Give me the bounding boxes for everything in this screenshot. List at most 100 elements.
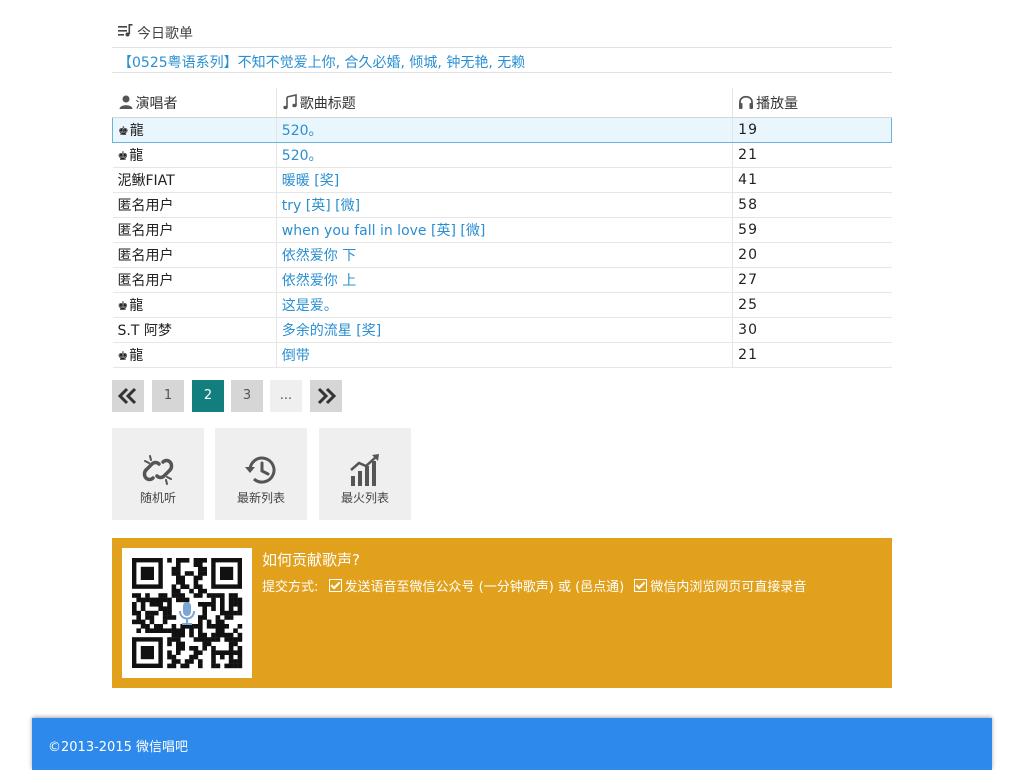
play-count: 21 [732, 342, 892, 368]
header-song[interactable]: 歌曲标题 [275, 88, 733, 118]
play-count: 30 [732, 317, 892, 343]
song-title-link[interactable]: 依然爱你 上 [282, 273, 356, 289]
singer-cell: ♚龍 [112, 292, 277, 318]
header-plays-label: 播放量 [756, 95, 799, 112]
user-icon [119, 95, 132, 109]
music-note-icon [283, 93, 297, 109]
singer-name: 匿名用户 [117, 273, 174, 289]
singer-cell: 匿名用户 [112, 192, 277, 218]
qr-code-image [132, 558, 243, 669]
latest-list-label: 最新列表 [236, 491, 285, 505]
random-play-tile[interactable]: 随机听 [112, 428, 204, 520]
headphones-icon [739, 95, 754, 109]
table-row[interactable]: 匿名用户 依然爱你 下 20 [112, 242, 892, 268]
method-option-2: 微信内浏览网页可直接录音 [650, 580, 807, 595]
singer-cell: ♚龍 [112, 117, 277, 143]
play-count: 21 [732, 142, 892, 168]
page-3-button[interactable]: 3 [231, 380, 263, 412]
song-title-link[interactable]: try [英] [微] [282, 198, 360, 214]
method-label: 提交方式: [262, 580, 319, 595]
contribute-methods: 提交方式: 发送语音至微信公众号 (一分钟歌声) 或 (邑点通) 微信内浏览网页… [262, 576, 806, 595]
section-title: 今日歌单 [137, 26, 193, 42]
song-title-cell[interactable]: 520。 [275, 117, 733, 143]
singer-cell: ♚龍 [112, 142, 277, 168]
song-title-link[interactable]: 多余的流星 [奖] [282, 323, 381, 339]
song-title-cell[interactable]: 暖暖 [奖] [275, 167, 733, 193]
table-row[interactable]: ♚龍 倒带 21 [112, 342, 892, 368]
page-2-button[interactable]: 2 [192, 380, 224, 412]
singer-name: 匿名用户 [117, 223, 174, 239]
qr-code [122, 548, 252, 678]
play-count: 19 [732, 117, 892, 143]
crown-icon: ♚ [117, 299, 129, 313]
song-title-link[interactable]: 520。 [282, 148, 323, 164]
singer-name: 龍 [129, 348, 144, 364]
playlist-title-link[interactable]: 【0525粤语系列】不知不觉爱上你, 合久必婚, 倾城, 钟无艳, 无赖 [118, 52, 525, 72]
header-song-label: 歌曲标题 [299, 95, 356, 112]
copyright-text: ©2013-2015 微信唱吧 [48, 740, 188, 755]
page-1-button[interactable]: 1 [152, 380, 184, 412]
header-plays[interactable]: 播放量 [732, 88, 892, 118]
contribute-panel: 如何贡献歌声? 提交方式: 发送语音至微信公众号 (一分钟歌声) 或 (邑点通)… [112, 538, 892, 688]
singer-name: 匿名用户 [117, 198, 174, 214]
song-title-cell[interactable]: 依然爱你 下 [275, 242, 733, 268]
table-row[interactable]: 匿名用户 when you fall in love [英] [微] 59 [112, 217, 892, 243]
footer: ©2013-2015 微信唱吧 [32, 718, 992, 770]
table-row[interactable]: ♚龍 520。 21 [112, 142, 892, 168]
song-title-cell[interactable]: 520。 [275, 142, 733, 168]
method-option-1: 发送语音至微信公众号 (一分钟歌声) 或 (邑点通) [344, 580, 625, 595]
prev-page-button[interactable] [112, 380, 144, 412]
song-title-link[interactable]: when you fall in love [英] [微] [282, 223, 486, 239]
song-title-cell[interactable]: 这是爱。 [275, 292, 733, 318]
checkbox-icon [328, 579, 342, 592]
singer-name: 龍 [129, 148, 144, 164]
table-row[interactable]: ♚龍 这是爱。 25 [112, 292, 892, 318]
history-icon [245, 456, 276, 484]
microphone-icon [179, 602, 195, 625]
table-row[interactable]: 泥鳅FIAT 暖暖 [奖] 41 [112, 167, 892, 193]
song-title-link[interactable]: 520。 [282, 123, 323, 139]
singer-name: S.T 阿梦 [117, 323, 172, 339]
page-ellipsis: ... [270, 380, 302, 412]
latest-list-tile[interactable]: 最新列表 [215, 428, 307, 520]
singer-cell: 匿名用户 [112, 242, 277, 268]
play-count: 59 [732, 217, 892, 243]
play-count: 41 [732, 167, 892, 193]
song-title-cell[interactable]: 依然爱你 上 [275, 267, 733, 293]
crown-icon: ♚ [118, 124, 129, 138]
singer-name: 匿名用户 [117, 248, 174, 264]
play-count: 20 [732, 242, 892, 268]
playlist-icon [118, 24, 133, 37]
broken-link-icon [142, 455, 174, 485]
song-title-cell[interactable]: when you fall in love [英] [微] [275, 217, 733, 243]
table-row[interactable]: 匿名用户 依然爱你 上 27 [112, 267, 892, 293]
song-title-link[interactable]: 这是爱。 [282, 298, 338, 314]
singer-name: 泥鳅FIAT [117, 173, 175, 189]
song-title-link[interactable]: 暖暖 [奖] [282, 173, 339, 189]
double-chevron-left-icon [117, 387, 137, 405]
singer-name: 龍 [129, 123, 144, 139]
singer-cell: 匿名用户 [112, 267, 277, 293]
song-title-cell[interactable]: try [英] [微] [275, 192, 733, 218]
table-header-row: 演唱者 歌曲标题 播放量 [112, 88, 892, 118]
singer-cell: 泥鳅FIAT [112, 167, 277, 193]
singer-cell: S.T 阿梦 [112, 317, 277, 343]
table-row[interactable]: ♚龍 520。 19 [112, 117, 892, 143]
header-singer-label: 演唱者 [135, 95, 178, 112]
header-singer[interactable]: 演唱者 [112, 88, 277, 118]
hottest-list-tile[interactable]: 最火列表 [319, 428, 411, 520]
song-table: 演唱者 歌曲标题 播放量 ♚龍 520。 19 ♚龍 520。 21 泥鳅FIA… [112, 88, 892, 368]
song-title-cell[interactable]: 倒带 [275, 342, 733, 368]
section-header: 今日歌单 [112, 20, 892, 48]
song-title-link[interactable]: 依然爱你 下 [282, 248, 356, 264]
next-page-button[interactable] [310, 380, 342, 412]
table-row[interactable]: S.T 阿梦 多余的流星 [奖] 30 [112, 317, 892, 343]
song-title-cell[interactable]: 多余的流星 [奖] [275, 317, 733, 343]
song-title-link[interactable]: 倒带 [282, 348, 310, 364]
crown-icon: ♚ [117, 149, 129, 163]
table-row[interactable]: 匿名用户 try [英] [微] 58 [112, 192, 892, 218]
checkbox-icon [634, 579, 648, 592]
random-play-label: 随机听 [139, 491, 176, 505]
bar-chart-icon [350, 454, 379, 486]
crown-icon: ♚ [117, 349, 129, 363]
